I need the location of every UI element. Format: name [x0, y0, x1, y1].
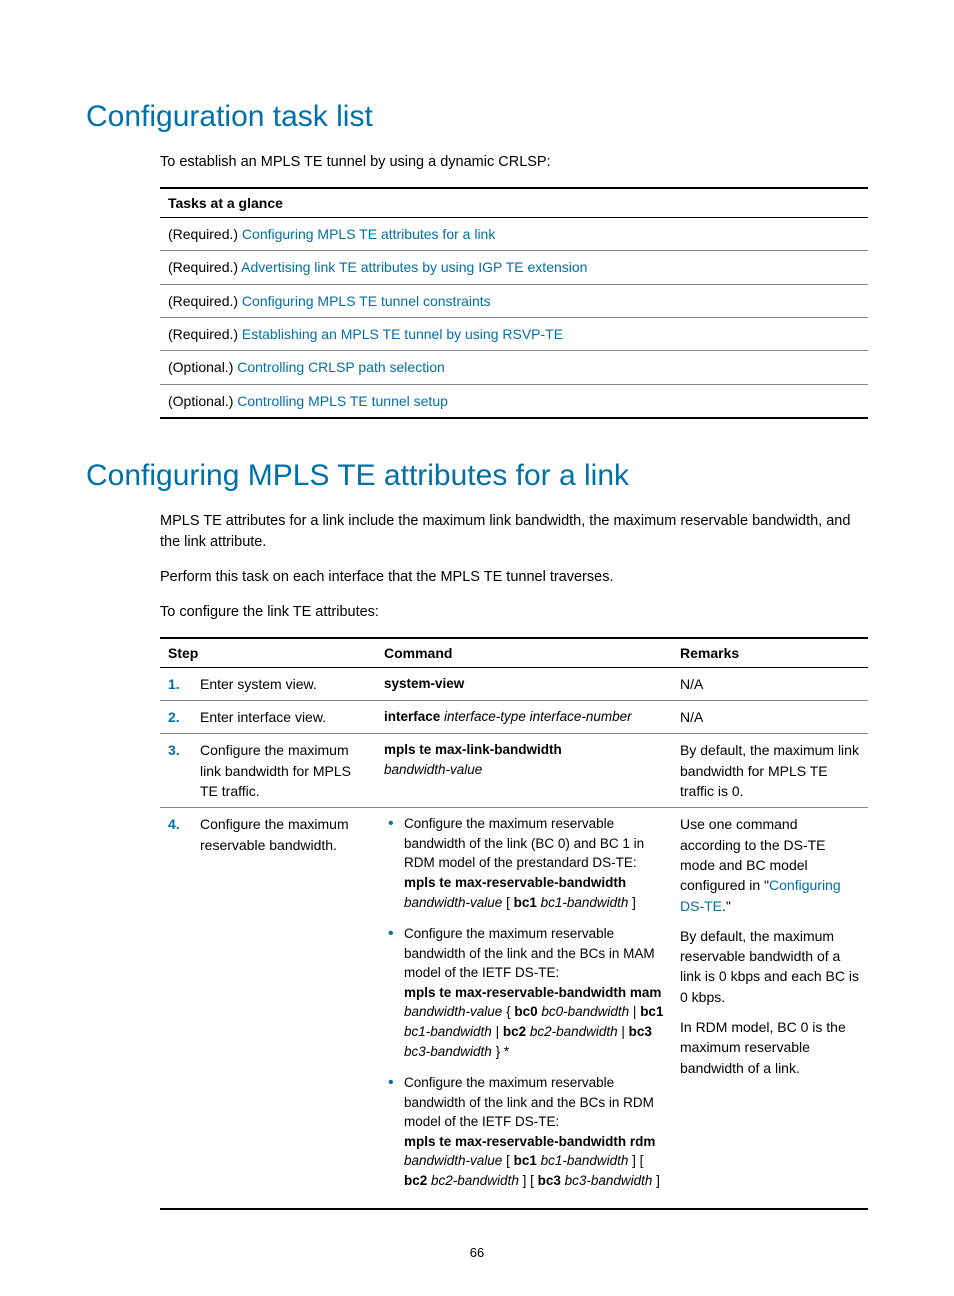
step-remarks: N/A: [672, 667, 868, 700]
step-desc: Configure the maximum reservable bandwid…: [192, 808, 376, 1210]
heading-config-task-list: Configuration task list: [86, 100, 868, 134]
task-link[interactable]: Controlling CRLSP path selection: [237, 359, 445, 375]
table-row: 3. Configure the maximum link bandwidth …: [160, 734, 868, 808]
table-row: 4. Configure the maximum reservable band…: [160, 808, 868, 1210]
tasks-table: Tasks at a glance (Required.) Configurin…: [160, 187, 868, 419]
heading-config-mpls-te: Configuring MPLS TE attributes for a lin…: [86, 459, 868, 493]
intro-paragraph-1: To establish an MPLS TE tunnel by using …: [160, 152, 868, 173]
paragraph-2: MPLS TE attributes for a link include th…: [160, 511, 868, 553]
step-num: 3.: [160, 734, 192, 808]
table-row: 1. Enter system view. system-view N/A: [160, 667, 868, 700]
table-row: (Optional.) Controlling MPLS TE tunnel s…: [160, 384, 868, 418]
task-prefix: (Optional.): [168, 393, 237, 409]
table-row: (Required.) Advertising link TE attribut…: [160, 251, 868, 284]
step-num: 4.: [160, 808, 192, 1210]
step-cmd: interface interface-type interface-numbe…: [376, 701, 672, 734]
table-row: (Required.) Configuring MPLS TE attribut…: [160, 218, 868, 251]
step-remarks: N/A: [672, 701, 868, 734]
step-header-command: Command: [376, 638, 672, 668]
task-prefix: (Required.): [168, 226, 242, 242]
task-prefix: (Required.): [168, 259, 241, 275]
cmd-bullet-3: Configure the maximum reservable bandwid…: [384, 1073, 664, 1190]
step-header-step: Step: [160, 638, 376, 668]
step-header-remarks: Remarks: [672, 638, 868, 668]
table-row: (Optional.) Controlling CRLSP path selec…: [160, 351, 868, 384]
step-num: 1.: [160, 667, 192, 700]
cmd-bullet-2: Configure the maximum reservable bandwid…: [384, 924, 664, 1061]
paragraph-4: To configure the link TE attributes:: [160, 602, 868, 623]
page-number: 66: [0, 1245, 954, 1260]
task-link[interactable]: Configuring MPLS TE tunnel constraints: [242, 293, 491, 309]
step-cmd: mpls te max-link-bandwidthbandwidth-valu…: [376, 734, 672, 808]
step-cmd: Configure the maximum reservable bandwid…: [376, 808, 672, 1210]
task-link[interactable]: Configuring MPLS TE attributes for a lin…: [242, 226, 495, 242]
task-link[interactable]: Advertising link TE attributes by using …: [241, 259, 587, 275]
step-desc: Enter interface view.: [192, 701, 376, 734]
task-prefix: (Optional.): [168, 359, 237, 375]
cmd-bullet-1: Configure the maximum reservable bandwid…: [384, 814, 664, 912]
step-remarks: Use one command according to the DS-TE m…: [672, 808, 868, 1210]
step-desc: Enter system view.: [192, 667, 376, 700]
step-remarks: By default, the maximum link bandwidth f…: [672, 734, 868, 808]
table-row: (Required.) Configuring MPLS TE tunnel c…: [160, 284, 868, 317]
step-num: 2.: [160, 701, 192, 734]
page: Configuration task list To establish an …: [0, 0, 954, 1296]
task-link[interactable]: Controlling MPLS TE tunnel setup: [237, 393, 448, 409]
table-row: 2. Enter interface view. interface inter…: [160, 701, 868, 734]
task-prefix: (Required.): [168, 326, 242, 342]
task-prefix: (Required.): [168, 293, 242, 309]
paragraph-3: Perform this task on each interface that…: [160, 567, 868, 588]
tasks-header: Tasks at a glance: [160, 188, 868, 218]
step-table: Step Command Remarks 1. Enter system vie…: [160, 637, 868, 1211]
step-desc: Configure the maximum link bandwidth for…: [192, 734, 376, 808]
task-link[interactable]: Establishing an MPLS TE tunnel by using …: [242, 326, 563, 342]
table-row: (Required.) Establishing an MPLS TE tunn…: [160, 317, 868, 350]
step-cmd: system-view: [376, 667, 672, 700]
